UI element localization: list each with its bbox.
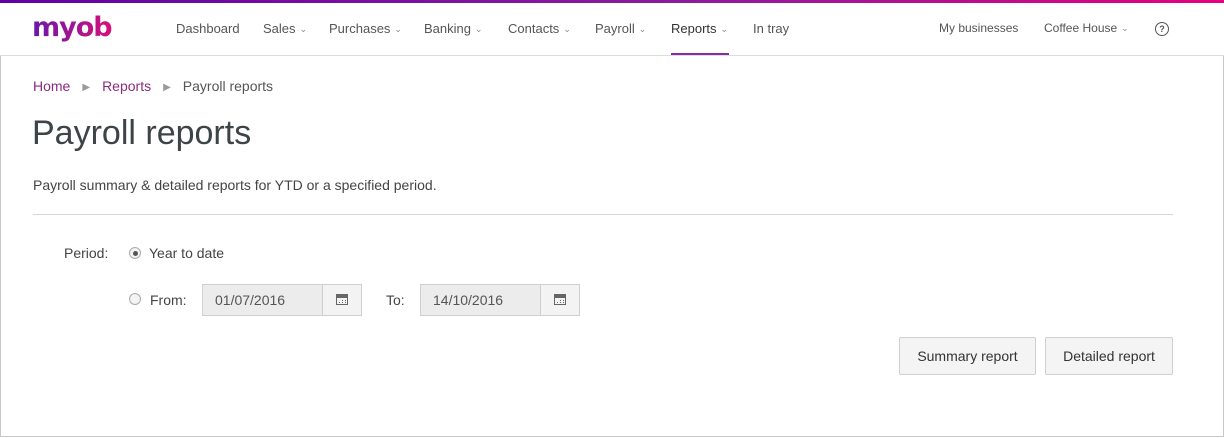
nav-active-indicator xyxy=(671,53,729,55)
help-circle-icon[interactable]: ? xyxy=(1155,22,1169,36)
page-title: Payroll reports xyxy=(32,114,252,152)
nav-in-tray[interactable]: In tray xyxy=(753,21,789,36)
chevron-down-icon: ⌄ xyxy=(299,24,308,34)
to-calendar-button[interactable] xyxy=(540,285,579,315)
top-navbar: myob Dashboard Sales ⌄ Purchases ⌄ Banking… xyxy=(0,3,1224,56)
chevron-down-icon: ⌄ xyxy=(720,24,729,34)
nav-in-tray-label: In tray xyxy=(753,21,790,36)
breadcrumb: Home ▶ Reports ▶ Payroll reports xyxy=(33,78,273,94)
radio-year-to-date[interactable] xyxy=(129,247,141,259)
chevron-down-icon: ⌄ xyxy=(474,24,483,34)
myob-logo[interactable]: myob xyxy=(32,12,113,43)
nav-purchases-label: Purchases xyxy=(329,21,391,36)
breadcrumb-current: Payroll reports xyxy=(182,78,274,94)
calendar-icon xyxy=(554,294,566,305)
chevron-down-icon: ⌄ xyxy=(394,24,402,34)
business-name-label: Coffee House xyxy=(1044,21,1118,35)
calendar-icon xyxy=(336,294,348,305)
from-calendar-button[interactable] xyxy=(322,285,361,315)
from-date-field xyxy=(202,284,362,316)
nav-sales[interactable]: Sales ⌄ xyxy=(263,21,307,36)
nav-banking-label: Banking xyxy=(424,21,471,36)
from-label[interactable]: From: xyxy=(150,292,187,308)
section-divider xyxy=(33,214,1173,215)
nav-reports[interactable]: Reports ⌄ xyxy=(671,21,728,36)
nav-purchases[interactable]: Purchases ⌄ xyxy=(329,21,402,36)
breadcrumb-home[interactable]: Home xyxy=(33,78,70,94)
my-businesses-label: My businesses xyxy=(939,21,1019,35)
nav-payroll-label: Payroll xyxy=(595,21,635,36)
nav-contacts[interactable]: Contacts ⌄ xyxy=(508,21,571,36)
period-label: Period: xyxy=(64,245,109,261)
chevron-down-icon: ⌄ xyxy=(563,24,571,34)
window-frame xyxy=(0,0,1224,437)
year-to-date-label[interactable]: Year to date xyxy=(149,245,224,261)
nav-banking[interactable]: Banking ⌄ xyxy=(424,21,483,36)
nav-dashboard-label: Dashboard xyxy=(176,21,240,36)
page-subtitle: Payroll summary & detailed reports for Y… xyxy=(33,177,437,193)
to-date-input[interactable] xyxy=(421,285,541,315)
nav-contacts-label: Contacts xyxy=(508,21,560,36)
business-switcher[interactable]: Coffee House ⌄ xyxy=(1044,21,1129,35)
to-date-field xyxy=(420,284,580,316)
nav-reports-label: Reports xyxy=(671,21,717,36)
chevron-down-icon: ⌄ xyxy=(1121,23,1129,33)
nav-sales-label: Sales xyxy=(263,21,296,36)
breadcrumb-arrow-icon: ▶ xyxy=(163,82,171,93)
from-date-input[interactable] xyxy=(203,285,323,315)
breadcrumb-reports[interactable]: Reports xyxy=(102,78,151,94)
chevron-down-icon: ⌄ xyxy=(638,24,647,34)
radio-date-range[interactable] xyxy=(129,293,141,305)
nav-my-businesses[interactable]: My businesses xyxy=(939,21,1018,35)
nav-dashboard[interactable]: Dashboard xyxy=(176,21,240,36)
summary-report-button[interactable]: Summary report xyxy=(899,337,1036,375)
to-label: To: xyxy=(386,292,405,308)
detailed-report-button[interactable]: Detailed report xyxy=(1045,337,1173,375)
breadcrumb-arrow-icon: ▶ xyxy=(82,82,91,93)
nav-payroll[interactable]: Payroll ⌄ xyxy=(595,21,646,36)
